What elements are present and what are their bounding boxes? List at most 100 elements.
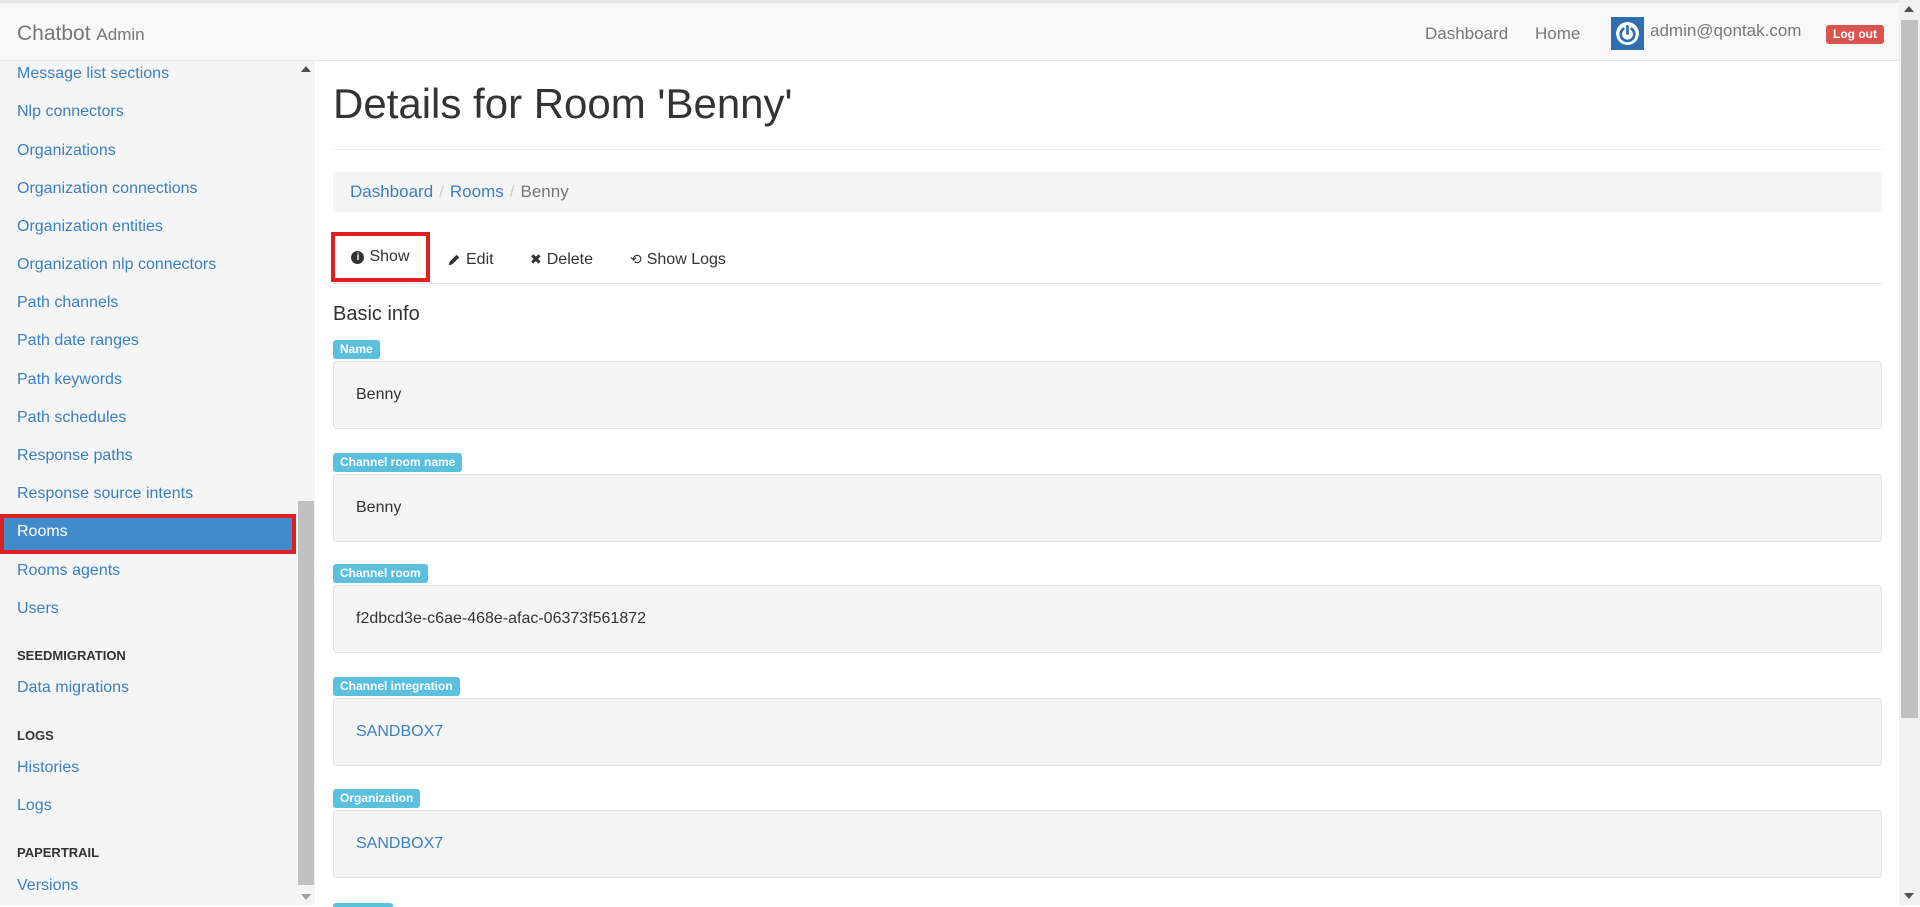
breadcrumb-separator: / xyxy=(509,182,515,201)
channel-integration-link[interactable]: SANDBOX7 xyxy=(356,723,443,741)
field-value-organization: SANDBOX7 xyxy=(333,810,1882,878)
breadcrumb-current: Benny xyxy=(520,182,569,201)
breadcrumb-dashboard-link[interactable]: Dashboard xyxy=(350,182,433,201)
scrollbar-thumb[interactable] xyxy=(298,501,314,885)
field-label-channel-room: Channel room xyxy=(333,564,428,583)
sidebar-item-response-source-intents[interactable]: Response source intents xyxy=(0,481,296,517)
tab-label: Edit xyxy=(466,250,494,268)
info-icon: i xyxy=(351,250,365,264)
nav-dashboard-link[interactable]: Dashboard xyxy=(1425,24,1508,44)
field-value-channel-room-name: Benny xyxy=(333,474,1882,542)
sidebar-item-label[interactable]: Rooms xyxy=(17,523,68,540)
avatar xyxy=(1611,17,1644,50)
user-menu[interactable]: admin@qontak.com xyxy=(1611,17,1801,50)
sidebar-item-label[interactable]: Response source intents xyxy=(17,485,193,502)
sidebar-item-path-schedules[interactable]: Path schedules xyxy=(0,405,296,441)
scroll-down-arrow-icon[interactable] xyxy=(1904,893,1914,899)
tab-show[interactable]: i Show xyxy=(331,232,430,282)
history-icon: ⟲ xyxy=(630,251,642,267)
field-label-name: Name xyxy=(333,340,380,359)
scroll-up-arrow-icon[interactable] xyxy=(1904,6,1914,12)
field-value-channel-integration: SANDBOX7 xyxy=(333,698,1882,766)
sidebar-item-path-keywords[interactable]: Path keywords xyxy=(0,367,296,403)
sidebar-item-users[interactable]: Users xyxy=(0,596,296,632)
sidebar-item-histories[interactable]: Histories xyxy=(0,755,296,791)
action-tabs: i Show Edit ✖ Delete ⟲ Show Logs xyxy=(331,232,1882,284)
sidebar-item-organization-nlp-connectors[interactable]: Organization nlp connectors xyxy=(0,252,296,288)
sidebar-section-header: PAPERTRAIL xyxy=(17,845,100,860)
tab-delete[interactable]: ✖ Delete xyxy=(530,235,593,284)
sidebar-item-rooms[interactable]: Rooms xyxy=(0,514,296,554)
sidebar-item-label[interactable]: Nlp connectors xyxy=(17,103,124,120)
sidebar-item-rooms-agents[interactable]: Rooms agents xyxy=(0,558,296,594)
sidebar-item-label[interactable]: Organization entities xyxy=(17,218,163,235)
power-icon xyxy=(1616,22,1639,45)
sidebar-item-label[interactable]: Organization nlp connectors xyxy=(17,256,216,273)
scroll-up-arrow-icon[interactable] xyxy=(301,66,311,72)
scrollbar-thumb[interactable] xyxy=(1901,20,1918,718)
sidebar-item-organization-entities[interactable]: Organization entities xyxy=(0,214,296,250)
sidebar-item-label[interactable]: Path channels xyxy=(17,294,118,311)
tab-show-logs[interactable]: ⟲ Show Logs xyxy=(630,235,726,284)
sidebar-item-label[interactable]: Logs xyxy=(17,797,52,814)
sidebar-item-label[interactable]: Organizations xyxy=(17,142,116,159)
close-icon: ✖ xyxy=(530,251,542,267)
sidebar-item-label[interactable]: Data migrations xyxy=(17,679,129,696)
sidebar-item-label[interactable]: Path keywords xyxy=(17,371,122,388)
logout-button[interactable]: Log out xyxy=(1826,25,1884,44)
field-label-channel-room-name: Channel room name xyxy=(333,453,463,472)
sidebar-item-label[interactable]: Path schedules xyxy=(17,409,126,426)
user-email: admin@qontak.com xyxy=(1650,20,1802,40)
field-value-text: Benny xyxy=(356,499,402,516)
scroll-down-arrow-icon[interactable] xyxy=(301,894,311,900)
sidebar-item-label[interactable]: Message list sections xyxy=(17,65,169,82)
sidebar-item-organizations[interactable]: Organizations xyxy=(0,138,296,174)
sidebar-item-logs[interactable]: Logs xyxy=(0,793,296,829)
breadcrumb-rooms-link[interactable]: Rooms xyxy=(450,182,504,201)
sidebar-item-label[interactable]: Users xyxy=(17,600,59,617)
sidebar-section-header: LOGS xyxy=(17,728,54,743)
top-navbar: Chatbot Admin Dashboard Home admin@qonta… xyxy=(0,0,1899,61)
sidebar-item-message-list-sections[interactable]: Message list sections xyxy=(0,61,296,97)
field-label-partial xyxy=(333,903,393,907)
page-title: Details for Room 'Benny' xyxy=(333,80,793,127)
main-content: Details for Room 'Benny' Dashboard / Rooms… xyxy=(331,61,1883,907)
breadcrumb-separator: / xyxy=(439,182,444,201)
sidebar-item-versions[interactable]: Versions xyxy=(0,873,296,905)
sidebar-scrollbar[interactable] xyxy=(297,61,315,905)
pencil-icon xyxy=(448,254,460,265)
field-label-channel-integration: Channel integration xyxy=(333,677,460,696)
sidebar-item-nlp-connectors[interactable]: Nlp connectors xyxy=(0,99,296,135)
sidebar-item-label[interactable]: Versions xyxy=(17,877,78,894)
tab-label: Delete xyxy=(546,250,593,268)
field-value-name: Benny xyxy=(333,361,1882,429)
brand[interactable]: Chatbot Admin xyxy=(17,22,145,46)
sidebar-item-response-paths[interactable]: Response paths xyxy=(0,443,296,479)
divider xyxy=(333,149,1882,150)
sidebar-item-label[interactable]: Rooms agents xyxy=(17,562,120,579)
sidebar-item-organization-connections[interactable]: Organization connections xyxy=(0,176,296,212)
sidebar-section-header: SEEDMIGRATION xyxy=(17,648,126,663)
sidebar: Message list sections Nlp connectors Org… xyxy=(0,61,315,905)
section-title: Basic info xyxy=(333,303,420,325)
brand-sub: Admin xyxy=(96,25,145,44)
breadcrumb: Dashboard / Rooms / Benny xyxy=(333,172,1882,212)
field-value-text: f2dbcd3e-c6ae-468e-afac-06373f561872 xyxy=(356,610,647,627)
field-label-organization: Organization xyxy=(333,789,421,808)
page-scrollbar[interactable] xyxy=(1899,0,1920,905)
tab-label: Show Logs xyxy=(646,250,726,268)
field-value-text: Benny xyxy=(356,386,402,403)
brand-name: Chatbot xyxy=(17,22,91,45)
sidebar-item-label[interactable]: Path date ranges xyxy=(17,332,139,349)
tab-edit[interactable]: Edit xyxy=(447,235,494,284)
sidebar-item-label[interactable]: Histories xyxy=(17,759,79,776)
sidebar-item-path-channels[interactable]: Path channels xyxy=(0,290,296,326)
sidebar-item-path-date-ranges[interactable]: Path date ranges xyxy=(0,328,296,364)
sidebar-item-label[interactable]: Response paths xyxy=(17,447,133,464)
field-value-channel-room: f2dbcd3e-c6ae-468e-afac-06373f561872 xyxy=(333,585,1882,653)
nav-home-link[interactable]: Home xyxy=(1535,24,1580,44)
sidebar-item-label[interactable]: Organization connections xyxy=(17,180,198,197)
sidebar-item-data-migrations[interactable]: Data migrations xyxy=(0,675,296,711)
tab-label: Show xyxy=(369,248,410,265)
organization-link[interactable]: SANDBOX7 xyxy=(356,835,443,853)
